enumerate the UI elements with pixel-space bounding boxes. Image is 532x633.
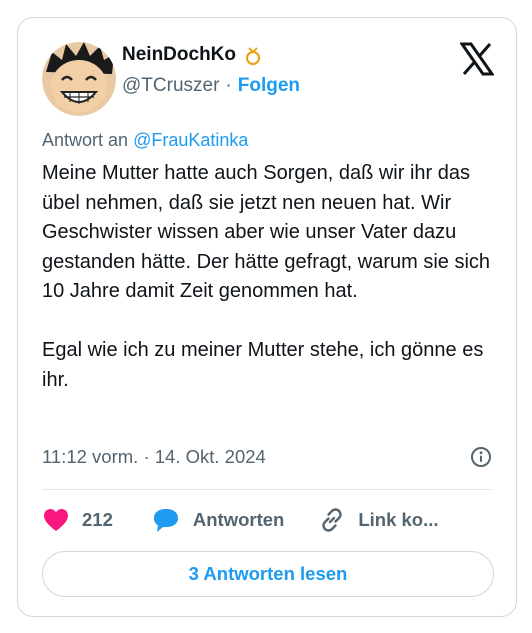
avatar-image (42, 42, 116, 116)
read-replies-button[interactable]: 3 Antworten lesen (42, 551, 494, 597)
speech-bubble-icon (153, 509, 178, 532)
tweet-paragraph: Egal wie ich zu meiner Mutter stehe, ich… (42, 339, 484, 391)
reply-label: Antworten (192, 509, 285, 530)
like-count: 212 (82, 509, 113, 530)
copy-link-button[interactable]: Link ko... (318, 506, 439, 534)
info-icon[interactable] (470, 446, 492, 468)
tweet-timestamp[interactable]: 11:12 vorm. · 14. Okt. 2024 (42, 446, 266, 468)
reply-to-line: Antwort an @FrauKatinka (42, 130, 248, 151)
author-handle[interactable]: @TCruszer (122, 75, 219, 97)
follow-button[interactable]: Folgen (238, 75, 300, 97)
ring-badge-icon (245, 47, 261, 66)
copy-link-label: Link ko... (358, 509, 439, 530)
tweet-text: Meine Mutter hatte auch Sorgen, daß wir … (42, 159, 502, 395)
author-name-row: NeinDochKo (122, 44, 264, 66)
reply-to-user-link[interactable]: @FrauKatinka (133, 130, 248, 150)
heart-icon (44, 509, 68, 531)
divider (42, 489, 492, 490)
avatar[interactable] (42, 42, 116, 116)
separator-dot: · (225, 75, 232, 96)
reply-to-prefix: Antwort an (42, 130, 129, 150)
link-icon (322, 508, 343, 532)
like-button[interactable]: 212 (42, 506, 113, 534)
tweet-paragraph: Meine Mutter hatte auch Sorgen, daß wir … (42, 162, 491, 302)
reply-button[interactable]: Antworten (151, 506, 284, 534)
x-logo-icon[interactable] (460, 42, 494, 76)
author-handle-row: @TCruszer · Folgen (122, 75, 300, 97)
author-name[interactable]: NeinDochKo (122, 44, 236, 66)
action-bar: 212 Antworten Link ko... (42, 506, 439, 534)
tweet-card: NeinDochKo @TCruszer · Folgen Antwort an… (17, 17, 517, 617)
